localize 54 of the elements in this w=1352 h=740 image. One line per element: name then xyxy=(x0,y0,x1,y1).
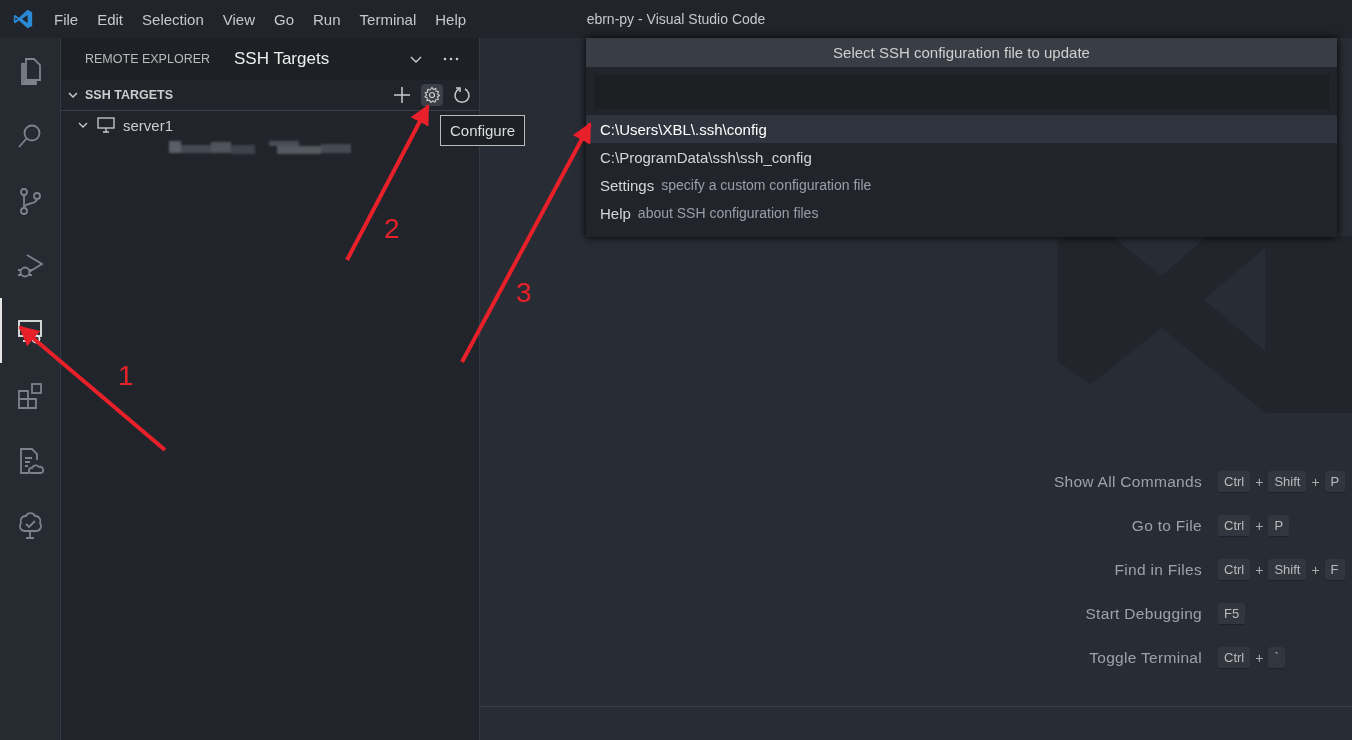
quick-pick-item[interactable]: Help about SSH configuration files xyxy=(586,199,1337,227)
plus-separator: + xyxy=(1310,562,1321,578)
menu-item[interactable]: View xyxy=(222,10,255,28)
window-title: ebrn-py - Visual Studio Code xyxy=(586,11,766,27)
more-icon[interactable] xyxy=(443,57,459,61)
menu-item[interactable]: Help xyxy=(435,10,467,28)
active-indicator xyxy=(0,298,2,363)
keycap: ` xyxy=(1268,647,1285,669)
section-title[interactable]: SSH TARGETS xyxy=(85,88,173,102)
keycap: Shift xyxy=(1268,559,1307,581)
app-logo-icon xyxy=(12,8,34,30)
keycap: Shift xyxy=(1268,471,1307,493)
blocks-icon[interactable] xyxy=(15,380,45,411)
settings-button[interactable] xyxy=(421,84,443,106)
menu-item[interactable]: Selection xyxy=(142,10,204,28)
keycap: Ctrl xyxy=(1218,647,1251,669)
shortcut-label: Start Debugging xyxy=(1084,605,1203,623)
view-dropdown[interactable]: SSH Targets xyxy=(234,49,391,69)
shortcut-label: Go to File xyxy=(1130,517,1203,535)
shortcut-label: Find in Files xyxy=(1113,561,1203,579)
add-icon[interactable] xyxy=(393,86,411,104)
plus-separator: + xyxy=(1254,650,1265,666)
gear-icon xyxy=(423,86,441,104)
keycap: F5 xyxy=(1218,603,1246,625)
menu-item[interactable]: File xyxy=(54,10,79,28)
plus-separator: + xyxy=(1310,474,1321,490)
quick-pick-item[interactable]: C:\ProgramData\ssh\ssh_config xyxy=(586,143,1337,171)
shortcut-label: Show All Commands xyxy=(1052,473,1203,491)
annotation-number: 3 xyxy=(516,277,532,308)
keycap: F xyxy=(1324,559,1345,581)
quick-pick-item[interactable]: C:\Users\XBL\.ssh\config xyxy=(586,115,1337,143)
keycap: Ctrl xyxy=(1218,471,1251,493)
refresh-icon[interactable] xyxy=(453,86,471,104)
keycap: Ctrl xyxy=(1218,559,1251,581)
chevron-icon[interactable] xyxy=(67,89,79,101)
plus-separator: + xyxy=(1254,518,1265,534)
keycap: Ctrl xyxy=(1218,515,1251,537)
menu-item[interactable]: Run xyxy=(313,10,341,28)
monitor-icon xyxy=(97,117,115,133)
plus-separator: + xyxy=(1254,474,1265,490)
annotation-number: 2 xyxy=(384,213,400,244)
plus-separator: + xyxy=(1254,562,1265,578)
sidebar-title: REMOTE EXPLORER xyxy=(85,52,211,66)
menu-item[interactable]: Terminal xyxy=(359,10,417,28)
keycap: P xyxy=(1324,471,1346,493)
keycap: P xyxy=(1268,515,1290,537)
annotation-number: 1 xyxy=(118,360,134,391)
tooltip: Configure xyxy=(440,115,526,146)
quick-pick-title: Select SSH configuration file to update xyxy=(586,38,1337,67)
quick-pick-item[interactable]: Settings specify a custom configuration file xyxy=(586,171,1337,199)
tree-item[interactable]: server1 xyxy=(123,116,174,134)
menu-item[interactable]: Edit xyxy=(97,10,124,28)
shortcut-label: Toggle Terminal xyxy=(1088,649,1203,667)
menu-item[interactable]: Go xyxy=(274,10,294,28)
